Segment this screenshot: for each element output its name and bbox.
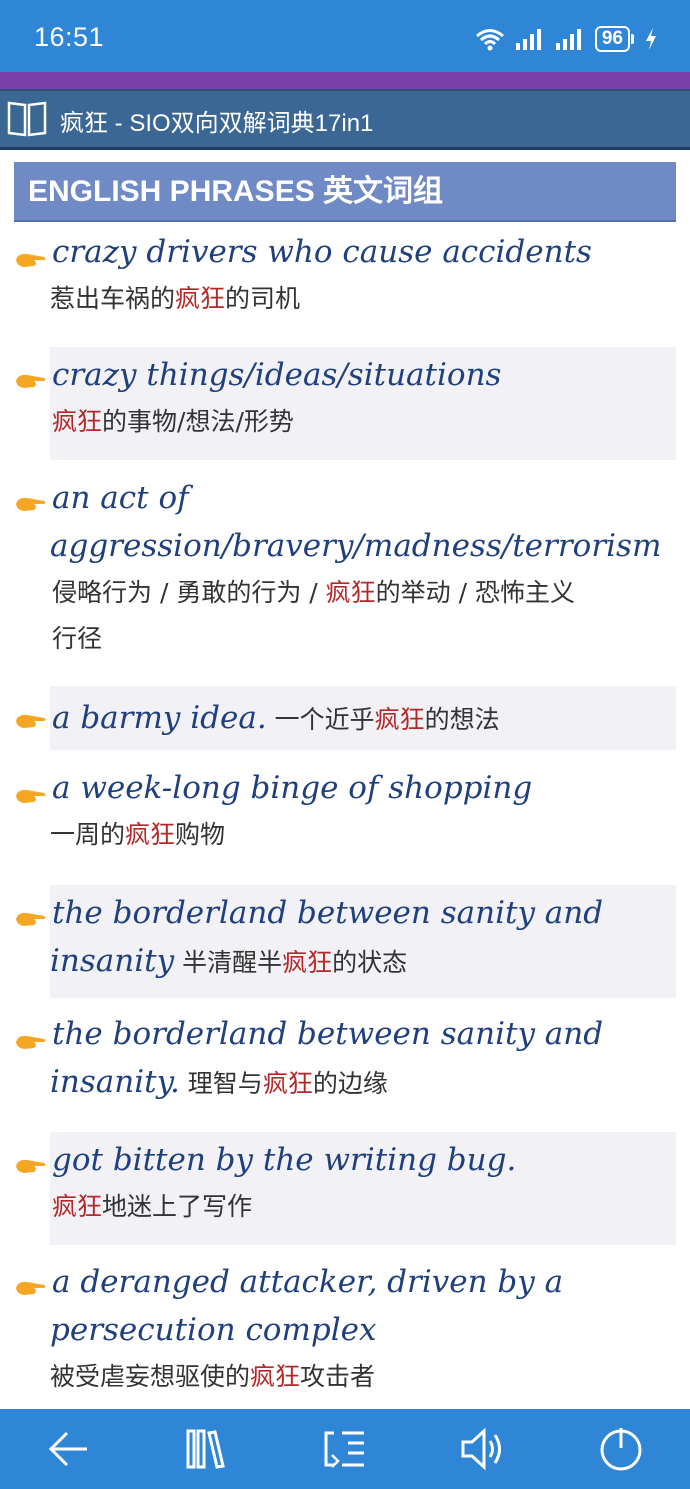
dictionary-title: 疯狂 - SIO双向双解词典17in1 xyxy=(60,110,374,137)
phrase-chinese: 一周的疯狂购物 xyxy=(50,820,226,849)
back-button[interactable] xyxy=(34,1414,104,1484)
back-arrow-icon xyxy=(48,1431,87,1467)
list-item: a deranged attacker, driven by a persecu… xyxy=(14,1258,676,1408)
phrase-english: crazy drivers who cause accidents xyxy=(52,234,592,270)
phrase-english: a week-long binge of shopping xyxy=(52,770,533,806)
phrase-english-cont: aggression/bravery/madness/terrorism xyxy=(50,528,662,564)
library-button[interactable] xyxy=(172,1414,242,1484)
phrase-chinese: 疯狂的事物/想法/形势 xyxy=(52,407,294,436)
phrase-line: insanity. 理智与疯狂的边缘 xyxy=(50,1064,388,1100)
list-item: a barmy idea. 一个近乎疯狂的想法 xyxy=(14,686,676,750)
list-item: crazy drivers who cause accidents 惹出车祸的疯… xyxy=(14,228,676,338)
phrase-english: the borderland between sanity and xyxy=(52,1016,604,1052)
dictionary-bar[interactable]: 疯狂 - SIO双向双解词典17in1 xyxy=(0,89,690,150)
phrase-chinese: 理智与疯狂的边缘 xyxy=(179,1069,388,1098)
phrase-english: crazy things/ideas/situations xyxy=(52,357,502,393)
phrase-chinese: 半清醒半疯狂的状态 xyxy=(174,948,408,977)
battery-level: 96 xyxy=(594,26,630,52)
list-icon xyxy=(324,1431,364,1468)
list-item: an act of aggression/bravery/madness/ter… xyxy=(14,474,676,674)
phrase-chinese: 被受虐妄想驱使的疯狂攻击者 xyxy=(50,1362,376,1391)
book-icon xyxy=(7,101,47,137)
speak-button[interactable] xyxy=(448,1414,518,1484)
phrase-chinese: 侵略行为 / 勇敢的行为 / 疯狂的举动 / 恐怖主义 xyxy=(52,578,575,607)
status-bar: 16:51 96 xyxy=(0,0,690,72)
phrase-chinese: 疯狂地迷上了写作 xyxy=(52,1192,253,1221)
phrase-english-cont: persecution complex xyxy=(50,1312,377,1348)
phrase-english: a deranged attacker, driven by a xyxy=(52,1264,564,1300)
signal-icon-2 xyxy=(555,29,581,50)
charging-icon xyxy=(646,28,656,50)
signal-icon xyxy=(515,29,541,50)
list-button[interactable] xyxy=(310,1414,380,1484)
power-button[interactable] xyxy=(586,1414,656,1484)
dictionary-bar-previous[interactable] xyxy=(0,72,690,89)
list-item: the borderland between sanity and insani… xyxy=(14,885,676,998)
phrase-english: got bitten by the writing bug. xyxy=(52,1142,517,1178)
library-icon xyxy=(186,1429,225,1469)
phrase-english: an act of xyxy=(52,480,189,516)
list-item: got bitten by the writing bug. 疯狂地迷上了写作 xyxy=(14,1132,676,1245)
wifi-icon xyxy=(475,29,504,51)
list-item: the borderland between sanity and insani… xyxy=(14,1010,676,1122)
phrase-english: the borderland between sanity and xyxy=(52,895,604,931)
phrase-chinese: 惹出车祸的疯狂的司机 xyxy=(50,284,301,313)
phrase-line: insanity 半清醒半疯狂的状态 xyxy=(50,943,408,979)
section-header: ENGLISH PHRASES 英文词组 xyxy=(14,162,676,222)
status-time: 16:51 xyxy=(34,22,105,52)
speaker-icon xyxy=(461,1427,501,1471)
power-icon xyxy=(600,1428,642,1471)
phrase-line: a barmy idea. 一个近乎疯狂的想法 xyxy=(52,700,500,736)
phrase-chinese: 一个近乎疯狂的想法 xyxy=(266,705,500,734)
list-item: crazy things/ideas/situations 疯狂的事物/想法/形… xyxy=(14,347,676,460)
battery-icon: 96 xyxy=(594,26,634,52)
status-icons: 96 xyxy=(475,24,658,54)
bottom-nav xyxy=(0,1409,690,1489)
phrase-chinese-cont: 行径 xyxy=(52,624,103,653)
list-item: a week-long binge of shopping 一周的疯狂购物 xyxy=(14,764,676,872)
